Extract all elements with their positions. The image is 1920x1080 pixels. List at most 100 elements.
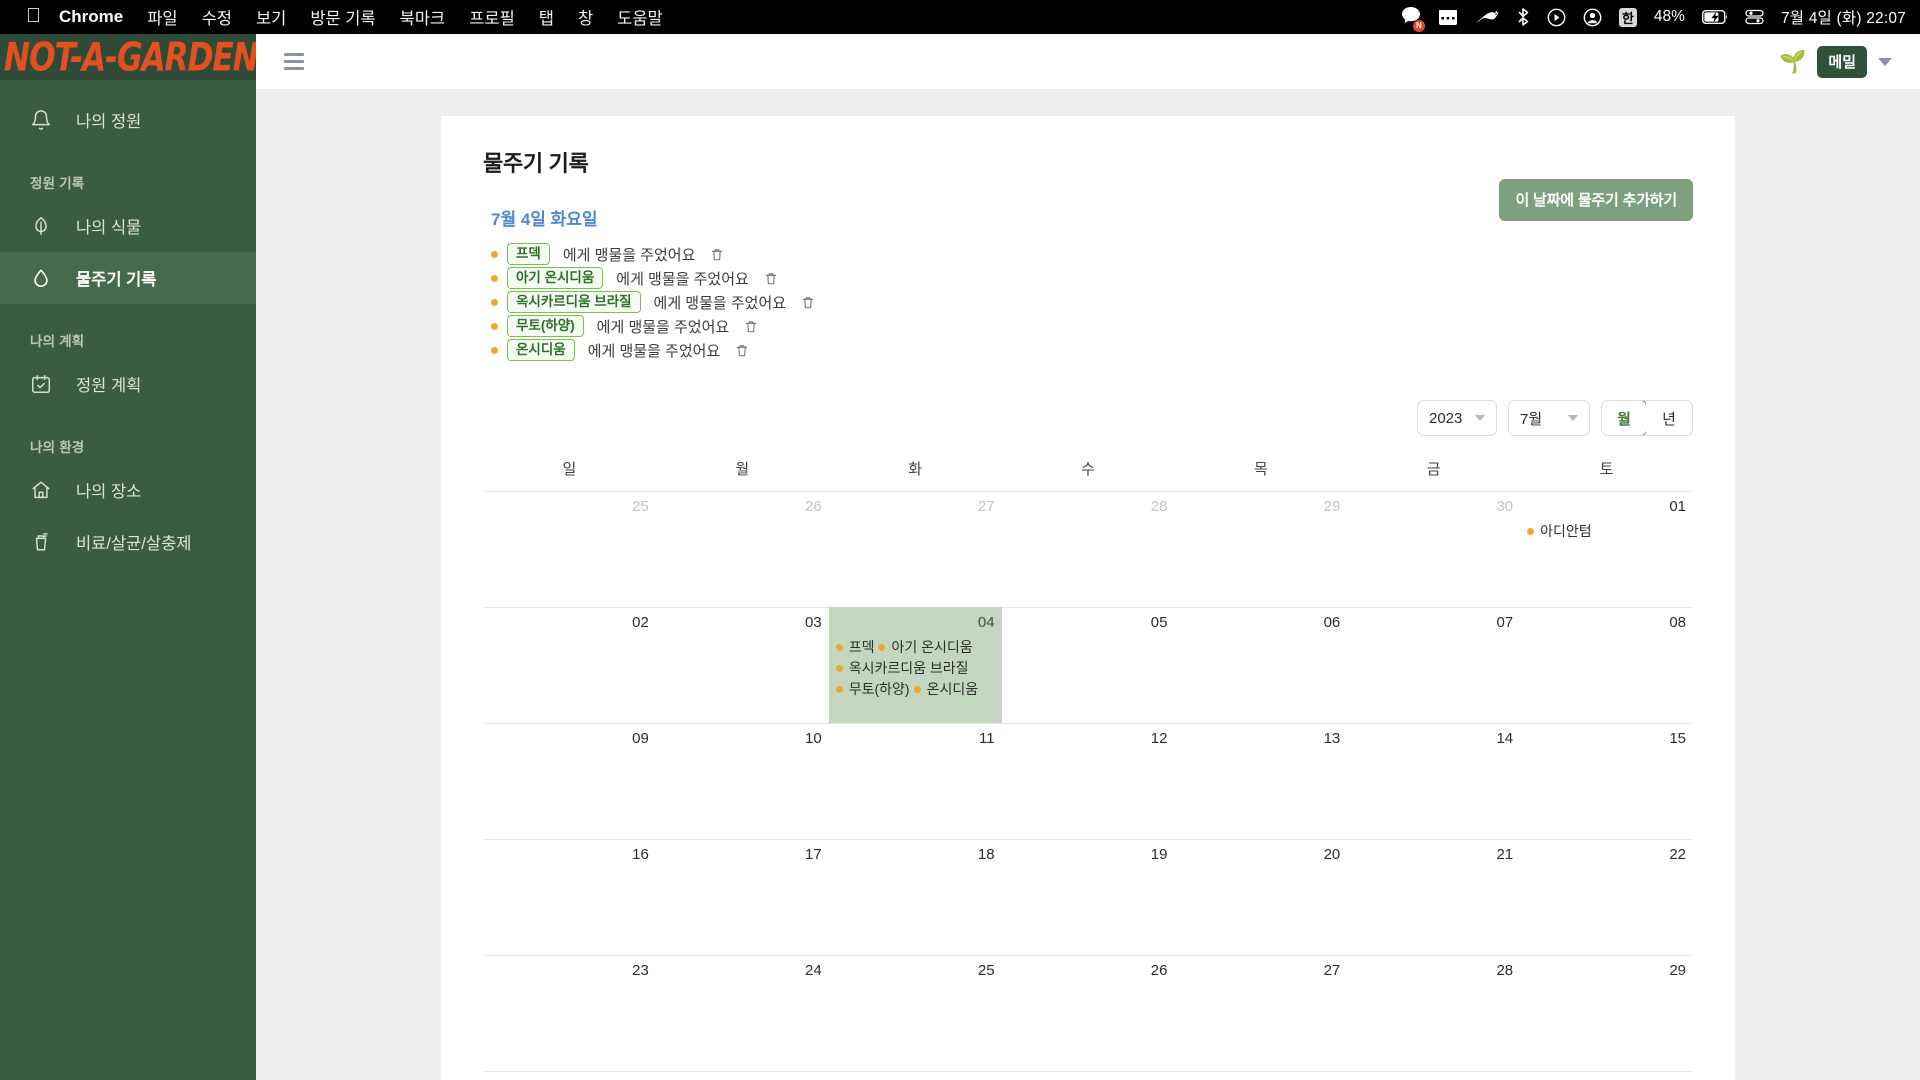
control-center-icon[interactable]: [1745, 9, 1764, 25]
delete-icon[interactable]: [801, 295, 815, 310]
month-select[interactable]: 7월: [1508, 400, 1590, 436]
menu-item-bookmarks[interactable]: 북마크: [400, 5, 446, 29]
menu-item-profile[interactable]: 프로필: [469, 5, 515, 29]
calendar-cell[interactable]: 26: [655, 491, 829, 607]
calendar-cell[interactable]: 18: [828, 839, 1002, 955]
hamburger-menu-icon[interactable]: [280, 47, 308, 76]
calendar-cell[interactable]: 28: [1347, 955, 1521, 1071]
delete-icon[interactable]: [710, 247, 724, 262]
calendar-cell[interactable]: 30: [483, 1071, 656, 1080]
calendar-icon[interactable]: [1438, 9, 1458, 26]
sidebar-item-garden-plan[interactable]: 정원 계획: [0, 358, 256, 410]
battery-charging-icon[interactable]: [1701, 10, 1728, 24]
calendar-cell[interactable]: 16: [483, 839, 656, 955]
calendar-cell[interactable]: 24: [655, 955, 829, 1071]
plant-tag[interactable]: 프덱: [507, 242, 550, 266]
plant-tag[interactable]: 무토(하양): [507, 314, 584, 338]
plant-tag[interactable]: 아기 온시디움: [507, 266, 604, 290]
calendar-cell[interactable]: 15: [1520, 723, 1693, 839]
calendar-event[interactable]: 온시디움: [913, 679, 978, 700]
chevron-down-icon: [1568, 415, 1578, 421]
calendar-cell[interactable]: 05: [1001, 607, 1175, 723]
bluetooth-icon[interactable]: [1518, 8, 1530, 26]
calendar-day-number: 20: [1323, 846, 1341, 863]
calendar-event[interactable]: 아디안텀: [1527, 521, 1592, 542]
log-text: 에게 맹물을 주었어요: [653, 294, 787, 312]
sidebar-item-my-plants[interactable]: 나의 식물: [0, 200, 256, 252]
calendar-cell[interactable]: 12: [1001, 723, 1175, 839]
calendar-event[interactable]: 프덱: [835, 637, 874, 658]
menu-item-help[interactable]: 도움말: [617, 5, 663, 29]
menu-item-edit[interactable]: 수정: [202, 5, 232, 29]
chevron-down-icon[interactable]: [1878, 57, 1892, 66]
calendar-day-number: 23: [632, 962, 649, 979]
delete-icon[interactable]: [744, 319, 758, 334]
calendar-cell[interactable]: 25: [483, 491, 656, 607]
calendar-cell[interactable]: 03: [655, 607, 829, 723]
calendar-cell[interactable]: 07: [1347, 607, 1521, 723]
calendar-cell-selected[interactable]: 04 프덱 아기 온시디움 옥시카르디움 브라질 무토(하양) 온시디움: [828, 607, 1002, 723]
calendar-cell[interactable]: 10: [655, 723, 829, 839]
year-select[interactable]: 2023: [1417, 400, 1497, 436]
calendar-cell[interactable]: 20: [1174, 839, 1348, 955]
account-circle-icon[interactable]: [1583, 8, 1602, 27]
calendar-cell[interactable]: 29: [1174, 491, 1348, 607]
calendar-cell[interactable]: 03: [1174, 1071, 1348, 1080]
sidebar-item-my-garden[interactable]: 나의 정원: [0, 94, 256, 146]
add-watering-button[interactable]: 이 날짜에 물주기 추가하기: [1499, 179, 1693, 221]
delete-icon[interactable]: [764, 271, 778, 286]
calendar-cell[interactable]: 28: [1001, 491, 1175, 607]
calendar-cell[interactable]: 02: [483, 607, 656, 723]
apple-logo-icon[interactable]: : [26, 6, 41, 26]
calendar-cell[interactable]: 30: [1347, 491, 1521, 607]
menu-item-history[interactable]: 방문 기록: [310, 5, 375, 29]
calendar-cell[interactable]: 27: [1174, 955, 1348, 1071]
calendar-cell[interactable]: 31: [655, 1071, 829, 1080]
sidebar-item-fertilizer[interactable]: 비료/살균/살충제: [0, 516, 256, 568]
calendar-cell[interactable]: 27: [828, 491, 1002, 607]
calendar-event[interactable]: 옥시카르디움 브라질: [835, 658, 969, 679]
calendar-cell[interactable]: 09: [483, 723, 656, 839]
user-badge[interactable]: 메밀: [1817, 45, 1867, 78]
plant-tag[interactable]: 온시디움: [507, 338, 575, 362]
menu-item-file[interactable]: 파일: [147, 5, 177, 29]
calendar-cell[interactable]: 22: [1520, 839, 1693, 955]
menu-bar-clock[interactable]: 7월 4일 (화) 22:07: [1781, 6, 1906, 28]
calendar-cell[interactable]: 01: [828, 1071, 1002, 1080]
sidebar-logo[interactable]: NOT-A-GARDENER: [0, 34, 256, 80]
calendar-cell[interactable]: 26: [1001, 955, 1175, 1071]
delete-icon[interactable]: [735, 343, 749, 358]
menu-item-tab[interactable]: 탭: [539, 5, 554, 29]
input-source-indicator[interactable]: 한: [1618, 7, 1637, 27]
calendar-event[interactable]: 무토(하양): [835, 679, 910, 700]
calendar-cell[interactable]: 17: [655, 839, 829, 955]
cat-icon[interactable]: [1475, 9, 1501, 25]
calendar-cell[interactable]: 05: [1520, 1071, 1693, 1080]
menu-app-name[interactable]: Chrome: [59, 7, 123, 27]
calendar-cell[interactable]: 11: [828, 723, 1002, 839]
view-mode-year[interactable]: 년: [1646, 401, 1692, 435]
calendar-cell[interactable]: 04: [1347, 1071, 1521, 1080]
sidebar-logo-text: NOT-A-GARDENER: [3, 34, 256, 80]
calendar-cell[interactable]: 02: [1001, 1071, 1175, 1080]
calendar-cell[interactable]: 29: [1520, 955, 1693, 1071]
view-mode-month[interactable]: 월: [1602, 401, 1647, 435]
calendar-cell[interactable]: 08: [1520, 607, 1693, 723]
calendar-cell[interactable]: 14: [1347, 723, 1521, 839]
play-circle-icon[interactable]: [1547, 8, 1566, 27]
calendar-cell[interactable]: 01 아디안텀: [1520, 491, 1693, 607]
menu-item-window[interactable]: 창: [578, 5, 593, 29]
sidebar-item-watering-log[interactable]: 물주기 기록: [0, 252, 256, 304]
messages-icon[interactable]: N: [1401, 6, 1425, 32]
calendar-cell[interactable]: 23: [483, 955, 656, 1071]
calendar-cell[interactable]: 19: [1001, 839, 1175, 955]
menu-item-view[interactable]: 보기: [256, 5, 286, 29]
sidebar-item-my-places[interactable]: 나의 장소: [0, 464, 256, 516]
calendar-cell[interactable]: 21: [1347, 839, 1521, 955]
calendar-event[interactable]: 아기 온시디움: [878, 637, 973, 658]
calendar-cell[interactable]: 25: [828, 955, 1002, 1071]
calendar-cell[interactable]: 13: [1174, 723, 1348, 839]
calendar-event-list: 아디안텀: [1527, 521, 1686, 542]
plant-tag[interactable]: 옥시카르디움 브라질: [507, 290, 641, 314]
calendar-cell[interactable]: 06: [1174, 607, 1348, 723]
